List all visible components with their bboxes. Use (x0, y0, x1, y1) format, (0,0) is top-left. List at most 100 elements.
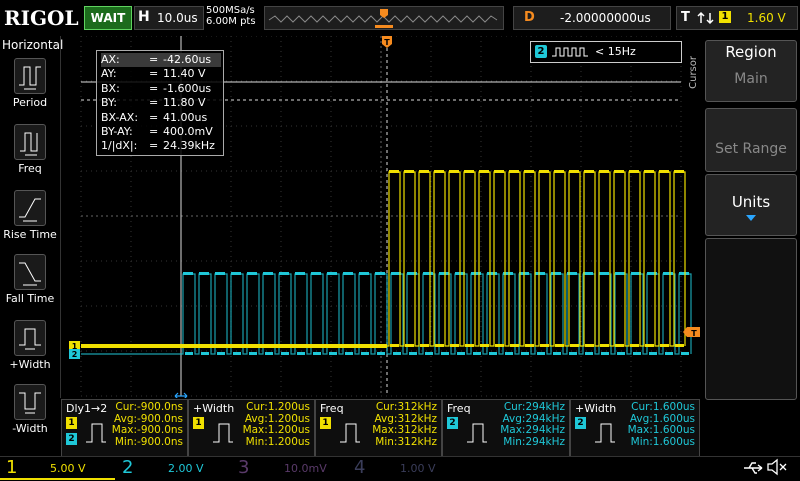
channel-1-pulse-bottom (570, 344, 579, 347)
channel-2-pulse-bottom (665, 352, 673, 355)
channel-1-pulse-top (674, 170, 684, 173)
neg-width-icon (14, 384, 46, 420)
cursor-readout-row: 1/|dX|: = 24.39kHz (101, 139, 221, 153)
measurement-min: Min:294kHz (503, 435, 565, 448)
square-wave-icon (552, 47, 588, 57)
channel-1-pulse-top (614, 170, 624, 173)
measure-fall-time-button[interactable]: Fall Time (0, 254, 60, 305)
freq-counter-channel-badge: 2 (535, 45, 547, 58)
cursor-readout-equals: = (149, 125, 159, 138)
channel-4-number: 4 (354, 457, 366, 478)
cursor-readout-value: -1.600us (163, 81, 212, 95)
measurement-item[interactable]: +Width 1 Cur:1.200us Avg:1.200us Max:1.200us… (188, 399, 315, 457)
channel-1-pulse-bottom (510, 344, 519, 347)
channel-4-panel[interactable]: 4 1.00 V (348, 457, 463, 478)
measurement-values: Cur:294kHz Avg:294kHz Max:294kHz Min:294kHz (500, 401, 565, 448)
trigger-level-label: T (691, 329, 697, 338)
freq-counter-value: < 15Hz (595, 45, 636, 58)
channel-1-pulse-top (659, 170, 669, 173)
measurement-min: Min:1.600us (630, 435, 695, 448)
channel-2-pulse-top (199, 272, 209, 275)
measurement-item[interactable]: Freq 2 Cur:294kHz Avg:294kHz Max:294kHz Min:2… (442, 399, 570, 457)
measurement-name: +Width (575, 402, 617, 415)
measurement-max: Max:312kHz (372, 424, 437, 436)
channel-2-pulse-bottom (681, 352, 689, 355)
measure-freq-button[interactable]: Freq (0, 124, 60, 175)
channel-2-pulse-bottom (409, 352, 417, 355)
channel-1-pulse-top (434, 170, 444, 173)
channel-2-pulse-bottom (617, 352, 625, 355)
measure-rise-time-button[interactable]: Rise Time (0, 190, 60, 241)
measurement-name: Dly1→2 (66, 402, 108, 415)
horizontal-scale-panel[interactable]: H 10.0us (134, 6, 204, 30)
channel-2-pulse-bottom (585, 352, 593, 355)
channel-1-pulse-bottom (495, 344, 504, 347)
channel-2-number: 2 (122, 457, 134, 478)
measurement-item[interactable]: Freq 1 Cur:312kHz Avg:312kHz Max:312kHz Min:3… (315, 399, 442, 457)
measurement-min: Min:-900.0ns (114, 435, 183, 448)
measure-pos-width-button[interactable]: +Width (0, 320, 60, 371)
trigger-panel[interactable]: T 1 1.60 V (676, 6, 798, 30)
delay-panel[interactable]: D -2.00000000us (513, 6, 671, 30)
measurement-values: Cur:1.200us Avg:1.200us Max:1.200us Min:1.2… (242, 401, 310, 448)
cursor-readout-equals: = (149, 53, 159, 66)
channel-3-panel[interactable]: 3 10.0mV (232, 457, 347, 478)
measurement-values: Cur:1.600us Avg:1.600us Max:1.600us Min:1.6… (628, 401, 695, 448)
measurement-values: Cur:312kHz Avg:312kHz Max:312kHz Min:312kHz (372, 401, 437, 448)
trigger-key: T (681, 10, 690, 25)
channel-2-pulse-top (263, 272, 273, 275)
channel-2-pulse-bottom (265, 352, 273, 355)
cursor-readout-key: AX: (101, 53, 120, 66)
channel-1-pulse-bottom (615, 344, 624, 347)
channel-2-pulse-bottom (441, 352, 449, 355)
channel-1-pulse-bottom (465, 344, 474, 347)
measurement-min: Min:312kHz (375, 435, 437, 448)
channel-2-pulse-top (359, 272, 369, 275)
channel-2-scale: 2.00 V (168, 462, 204, 475)
channel-1-scale: 5.00 V (50, 462, 86, 475)
measurement-item[interactable]: Dly1→2 1 2 Cur:-900.0ns Avg:-900.0ns Max:-900… (61, 399, 188, 457)
measurement-item[interactable]: +Width 2 Cur:1.600us Avg:1.600us Max:1.600us… (570, 399, 700, 457)
channel-2-offset-label: 2 (72, 350, 78, 359)
channel-1-pulse-top (389, 170, 399, 173)
neg-width-label: -Width (12, 422, 48, 435)
units-dropdown-arrow-icon (746, 215, 756, 221)
measurement-max: Max:1.200us (242, 424, 310, 436)
freq-icon (14, 124, 46, 160)
period-icon (14, 58, 46, 94)
trigger-source-badge: 1 (719, 11, 731, 23)
measure-period-button[interactable]: Period (0, 58, 60, 109)
channel-2-pulse-bottom (457, 352, 465, 355)
channel-2-pulse-bottom (329, 352, 337, 355)
delay-key: D (524, 10, 535, 25)
channel-2-pulse-top (295, 272, 305, 275)
region-title: Region (725, 43, 777, 61)
pos-width-icon (14, 320, 46, 356)
channel-2-pulse-bottom (281, 352, 289, 355)
channel-2-pulse-top (663, 272, 673, 275)
channel-2-panel[interactable]: 2 2.00 V (116, 457, 231, 478)
measurement-name: Freq (447, 402, 471, 415)
memory-timeline[interactable] (264, 6, 504, 30)
speaker-muted-icon[interactable] (766, 458, 788, 476)
empty-softkey[interactable] (705, 238, 797, 400)
rise-time-icon (14, 190, 46, 226)
region-button[interactable]: Region Main (705, 40, 797, 102)
channel-1-panel[interactable]: 1 5.00 V (0, 457, 115, 480)
channel-2-pulse-bottom (313, 352, 321, 355)
channel-2-pulse-top (311, 272, 321, 275)
channel-1-pulse-bottom (645, 344, 654, 347)
channel-1-pulse-bottom (675, 344, 684, 347)
cursor-readout-equals: = (149, 67, 159, 81)
channel-2-pulse-top (247, 272, 257, 275)
horizontal-key: H (138, 9, 150, 25)
trigger-level-value: 1.60 V (747, 11, 786, 25)
units-button[interactable]: Units (705, 174, 797, 236)
channel-2-pulse-top (599, 272, 609, 275)
channel-2-pulse-top (343, 272, 353, 275)
cursor-menu-side-label: Cursor (688, 56, 699, 89)
measure-neg-width-button[interactable]: -Width (0, 384, 60, 435)
channel-2-pulse-bottom (553, 352, 561, 355)
horizontal-scale-value: 10.0us (157, 11, 198, 25)
set-range-button[interactable]: Set Range (705, 108, 797, 172)
